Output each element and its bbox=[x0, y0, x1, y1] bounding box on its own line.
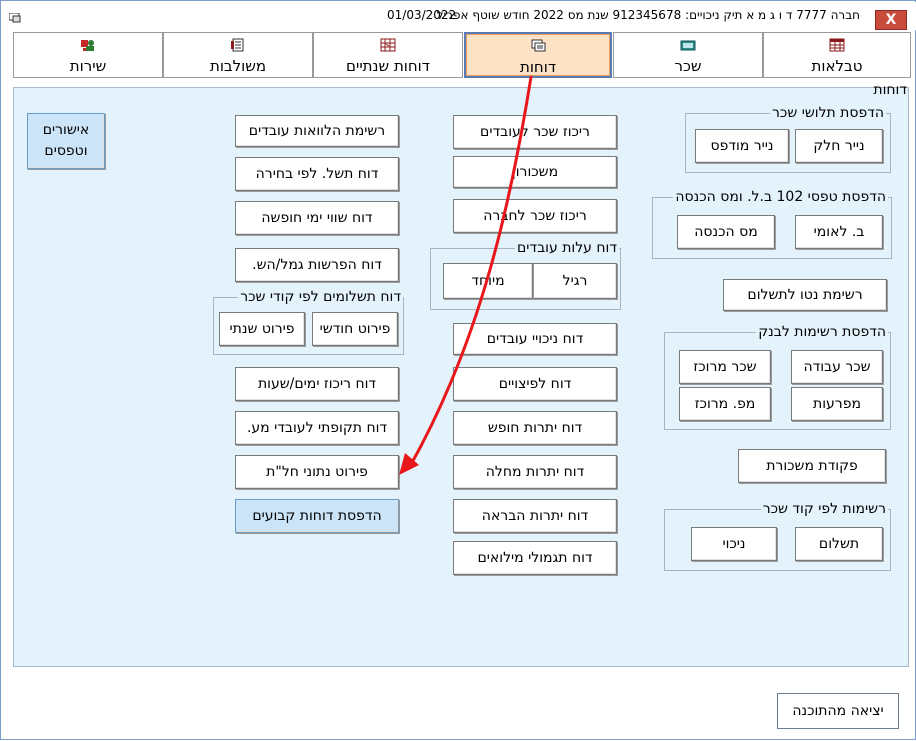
central-advances-button[interactable]: מפ. מרוכז bbox=[679, 387, 771, 421]
group-employee-cost-title: דוח עלות עובדים bbox=[515, 240, 619, 256]
combined-icon bbox=[231, 38, 244, 52]
tab-label: דוחות שנתיים bbox=[346, 57, 430, 75]
title-bar: 01/03/2022 חברה 7777 ד ו ג מ א תיק ניכוי… bbox=[2, 2, 916, 30]
tab-salary[interactable]: שכר bbox=[613, 32, 763, 78]
tab-service[interactable]: שירות bbox=[13, 32, 163, 78]
tab-label: טבלאות bbox=[811, 57, 863, 75]
recovery-balance-button[interactable]: דוח יתרות הבראה bbox=[453, 499, 617, 533]
deductions-report-button[interactable]: דוח ניכויי עובדים bbox=[453, 323, 617, 355]
annual-reports-icon bbox=[380, 38, 396, 52]
deduction-button[interactable]: ניכוי bbox=[691, 527, 777, 561]
tab-label: שכר bbox=[674, 57, 702, 75]
app-window: 01/03/2022 חברה 7777 ד ו ג מ א תיק ניכוי… bbox=[0, 0, 916, 740]
group-forms102-title: הדפסת טפסי 102 ב.ל. ומס הכנסה bbox=[673, 189, 888, 205]
payment-button[interactable]: תשלום bbox=[795, 527, 883, 561]
tab-combined[interactable]: משולבות bbox=[163, 32, 313, 78]
central-salary-button[interactable]: שכר מרוכז bbox=[679, 350, 771, 384]
payroll-order-button[interactable]: פקודת משכורת bbox=[738, 449, 886, 483]
days-hours-summary-button[interactable]: דוח ריכוז ימים/שעות bbox=[235, 367, 399, 401]
exit-button[interactable]: יציאה מהתוכנה bbox=[777, 693, 899, 729]
work-salary-button[interactable]: שכר עבודה bbox=[791, 350, 883, 384]
service-icon bbox=[81, 40, 94, 51]
group-by-code-title: רשימות לפי קוד שכר bbox=[760, 501, 888, 517]
table-icon bbox=[829, 38, 845, 52]
reserve-duty-report-button[interactable]: דוח תגמולי מילואים bbox=[453, 541, 617, 575]
tab-reports[interactable]: דוחות bbox=[464, 32, 612, 78]
salary-summary-button[interactable]: ריכוז שכר לעובדים bbox=[453, 115, 617, 149]
pension-deposits-button[interactable]: דוח הפרשות גמל/הש. bbox=[235, 248, 399, 282]
print-fixed-reports-button[interactable]: הדפסת דוחות קבועים bbox=[235, 499, 399, 533]
vacation-value-button[interactable]: דוח שווי ימי חופשה bbox=[235, 201, 399, 235]
approvals-forms-button[interactable]: אישורים וטפסים bbox=[27, 113, 105, 169]
unpaid-leave-details-button[interactable]: פירוט נתוני חל"ת bbox=[235, 455, 399, 489]
company-summary-button[interactable]: ריכוז שכר לחברה bbox=[453, 199, 617, 233]
app-icon bbox=[9, 13, 21, 23]
tab-tables[interactable]: טבלאות bbox=[763, 32, 911, 78]
net-payment-list-button[interactable]: רשימת נטו לתשלום bbox=[723, 279, 887, 311]
severance-report-button[interactable]: דוח לפיצויים bbox=[453, 367, 617, 401]
national-insurance-button[interactable]: ב. לאומי bbox=[795, 215, 883, 249]
tab-label: משולבות bbox=[209, 57, 267, 75]
tab-label: שירות bbox=[69, 57, 107, 75]
payroll-button[interactable]: משכורון bbox=[453, 156, 617, 188]
close-button[interactable]: X bbox=[875, 10, 907, 30]
vacation-balance-button[interactable]: דוח יתרות חופש bbox=[453, 411, 617, 445]
reports-icon bbox=[531, 39, 546, 52]
salary-icon bbox=[680, 40, 696, 51]
tab-annual-reports[interactable]: דוחות שנתיים bbox=[313, 32, 463, 78]
sick-balance-button[interactable]: דוח יתרות מחלה bbox=[453, 455, 617, 489]
group-bank-title: הדפסת רשימות לבנק bbox=[756, 324, 888, 340]
payment-by-choice-button[interactable]: דוח תשל. לפי בחירה bbox=[235, 157, 399, 191]
regular-button[interactable]: רגיל bbox=[533, 263, 617, 299]
tab-bar: טבלאות שכר דוחות דוחות שנתיים משולבות שי… bbox=[13, 32, 911, 80]
special-button[interactable]: מיוחד bbox=[443, 263, 533, 299]
section-title: דוחות bbox=[873, 82, 907, 98]
group-payslips-title: הדפסת תלושי שכר bbox=[770, 105, 886, 121]
printed-paper-button[interactable]: נייר מודפס bbox=[695, 129, 789, 163]
advances-button[interactable]: מפרעות bbox=[791, 387, 883, 421]
window-title: חברה 7777 ד ו ג מ א תיק ניכויים: 9123456… bbox=[436, 8, 860, 22]
monthly-detail-button[interactable]: פירוט חודשי bbox=[312, 312, 398, 346]
periodic-report-button[interactable]: דוח תקופתי לעובדי מע. bbox=[235, 411, 399, 445]
group-payments-by-code-title: דוח תשלומים לפי קודי שכר bbox=[238, 289, 403, 305]
income-tax-button[interactable]: מס הכנסה bbox=[677, 215, 775, 249]
employee-loans-button[interactable]: רשימת הלוואות עובדים bbox=[235, 115, 399, 147]
plain-paper-button[interactable]: נייר חלק bbox=[795, 129, 883, 163]
tab-label: דוחות bbox=[519, 58, 557, 76]
annual-detail-button[interactable]: פירוט שנתי bbox=[219, 312, 305, 346]
